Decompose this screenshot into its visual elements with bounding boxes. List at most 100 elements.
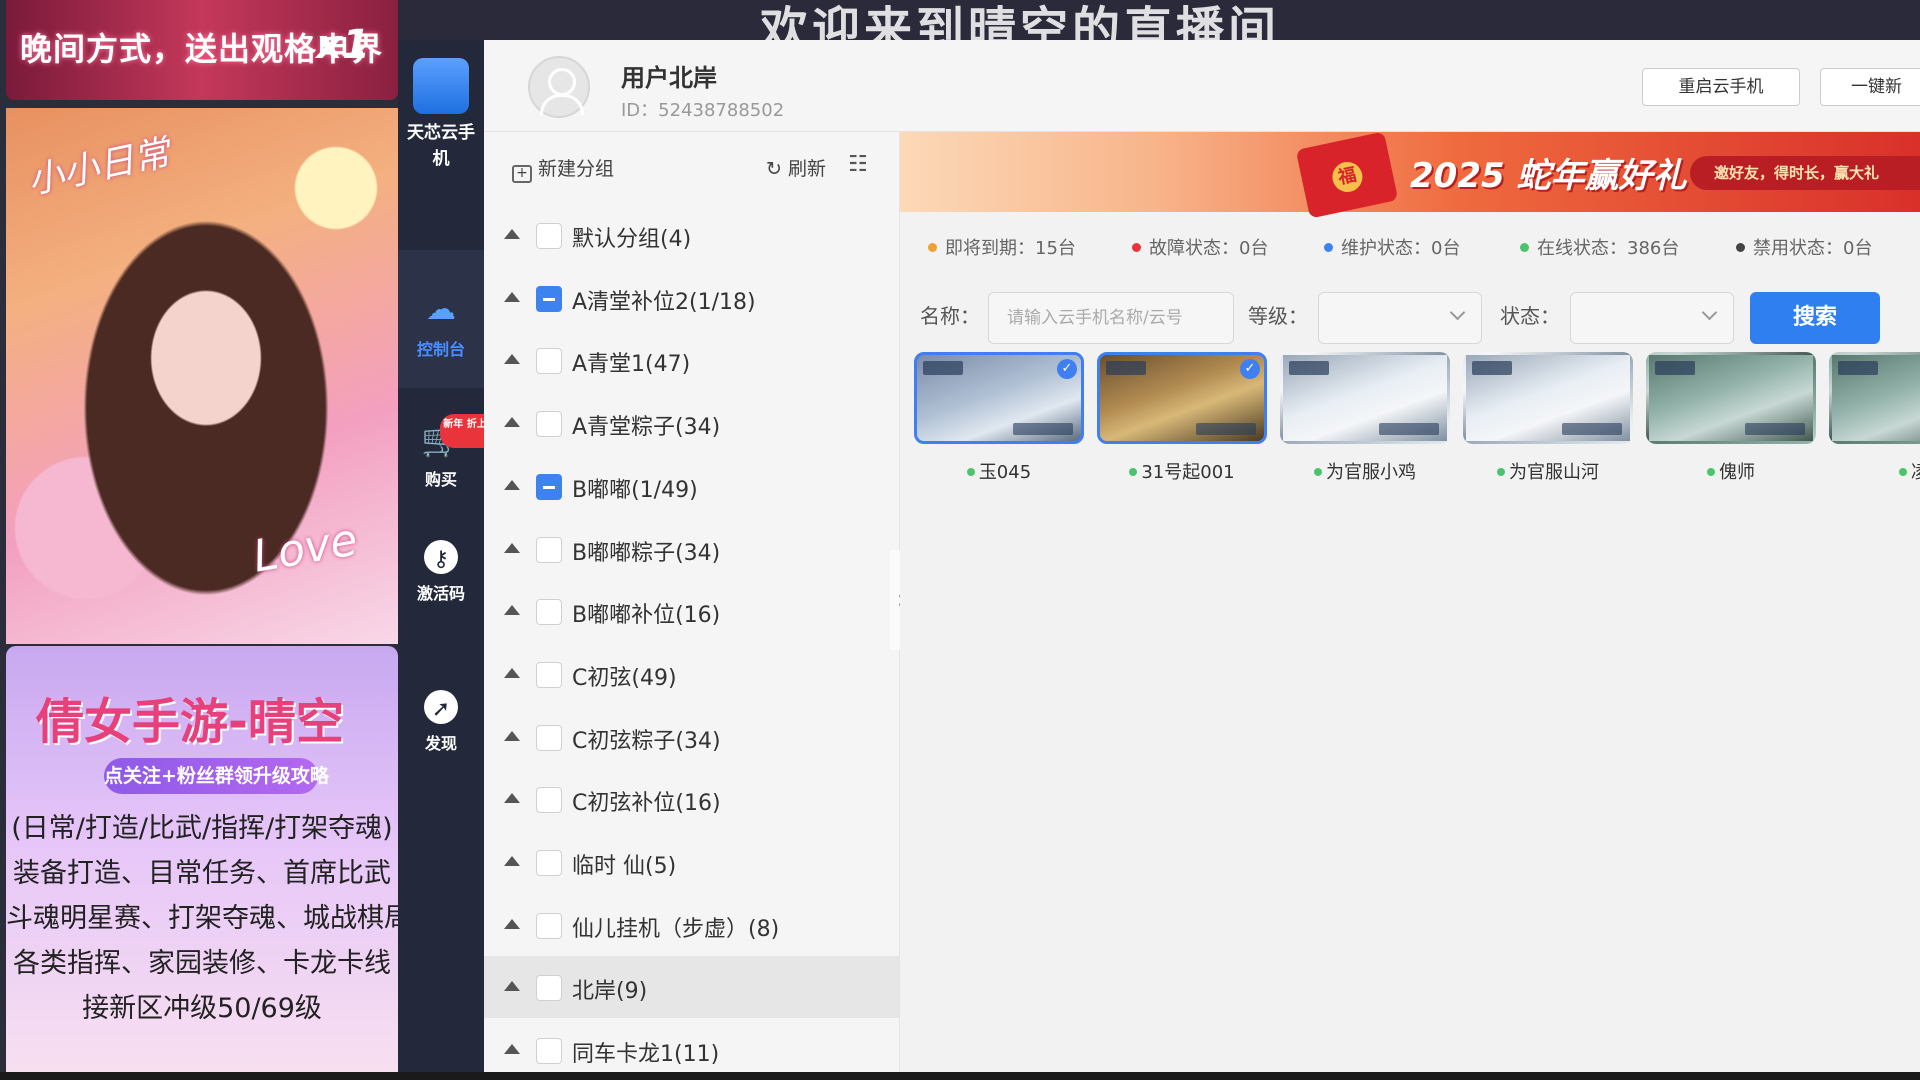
caret-up-icon[interactable] [504,479,520,490]
group-row[interactable]: B嘟嘟补位(16) [484,580,899,642]
caret-up-icon[interactable] [504,730,520,741]
device-screen-thumbnail[interactable] [1280,352,1450,444]
online-dot-icon [1899,468,1907,476]
group-row[interactable]: 临时 仙(5) [484,831,899,893]
status-dot-icon [1324,243,1333,252]
group-checkbox[interactable] [536,473,562,500]
game-hud [1013,423,1073,435]
promo-banner[interactable]: 2025 蛇年赢好礼 邀好友，得时长，赢大礼 [900,132,1920,219]
group-checkbox[interactable] [536,787,562,814]
device-screen-thumbnail[interactable] [1463,352,1633,444]
main-content: 2025 蛇年赢好礼 邀好友，得时长，赢大礼 即将到期：15台 故障状态：0台 … [900,132,1920,1080]
group-checkbox[interactable] [536,411,562,438]
group-checkbox[interactable] [536,285,562,312]
device-name: 凌 [1829,458,1920,484]
game-hud [1745,423,1805,435]
group-checkbox[interactable] [536,223,562,249]
group-row[interactable]: A清堂补位2(1/18) [484,267,899,329]
device-card[interactable]: ✓ 31号起001 [1097,352,1267,484]
restart-cloud-phone-button[interactable]: 重启云手机 [1642,68,1800,106]
caret-up-icon[interactable] [504,291,520,302]
group-row[interactable]: A青堂1(47) [484,329,899,391]
group-row[interactable]: B嘟嘟(1/49) [484,455,899,517]
status-maintenance[interactable]: 维护状态：0台 [1324,234,1460,260]
group-checkbox[interactable] [536,1038,562,1065]
device-card[interactable]: ✓ 玉045 [914,352,1084,484]
device-card[interactable]: 为官服小鸡 [1280,352,1450,484]
status-expiring[interactable]: 即将到期：15台 [928,234,1076,260]
group-checkbox[interactable] [536,348,562,375]
caret-up-icon[interactable] [504,605,520,616]
caret-up-icon[interactable] [504,542,520,553]
stream-overlay: 晚间方式，送出观格申界 x1 小小日常 Love 倩女手游-晴空 点关注+粉丝群… [0,0,398,1080]
avatar[interactable] [528,56,590,118]
device-screen-thumbnail[interactable] [1646,352,1816,444]
caret-up-icon[interactable] [504,856,520,866]
device-screen-thumbnail[interactable]: ✓ [1097,352,1267,444]
nav-item-buy[interactable]: 🛒 新年 折上折 购买 [398,414,500,490]
device-name-text: 31号起001 [1141,462,1235,483]
group-label: C初弦粽子(34) [572,728,721,754]
status-text: 在线状态：386台 [1537,238,1680,259]
online-dot-icon [1314,468,1322,476]
promo-line: 接新区冲级50/69级 [82,993,322,1024]
group-row[interactable]: C初弦粽子(34) [484,706,899,768]
promo-line: (日常/打造/比武/指挥/打架夺魂) [11,813,393,844]
group-checkbox[interactable] [536,850,562,876]
group-checkbox[interactable] [536,975,562,1002]
level-select[interactable] [1318,292,1482,344]
group-label: B嘟嘟补位(16) [572,603,721,629]
nav-item-console[interactable]: ☁ 控制台 [398,250,484,388]
group-row[interactable]: 北岸(9) [484,956,899,1019]
nav-label: 发现 [424,734,457,753]
search-button[interactable]: 搜索 [1750,292,1880,344]
device-screen-thumbnail[interactable] [1829,352,1920,444]
caret-up-icon[interactable] [504,918,520,929]
group-checkbox[interactable] [536,724,562,751]
group-label: B嘟嘟(1/49) [572,477,698,503]
group-checkbox[interactable] [536,599,562,626]
check-icon[interactable]: ✓ [1240,359,1260,379]
game-hud [1838,361,1878,375]
name-search-input[interactable] [988,292,1234,344]
one-click-button[interactable]: 一键新 [1820,68,1920,106]
caret-up-icon[interactable] [504,354,520,365]
nav-item-discover[interactable]: ➚ 发现 [398,690,484,754]
group-row[interactable]: 仙儿挂机（步虚）(8) [484,894,899,956]
group-checkbox[interactable] [536,912,562,939]
caret-up-icon[interactable] [504,981,520,992]
status-online[interactable]: 在线状态：386台 [1520,234,1679,260]
device-card[interactable]: 为官服山河 [1463,352,1633,484]
nav-item-activation-code[interactable]: ⚷ 激活码 [398,540,484,604]
group-row[interactable]: C初弦补位(16) [484,768,899,830]
group-checkbox[interactable] [536,536,562,563]
group-sidebar: + 新建分组 ↻ 刷新 ☷ 默认分组(4) A清堂补位2(1/18) A青堂1(47)… [484,132,900,1080]
status-fault[interactable]: 故障状态：0台 [1132,234,1268,260]
caret-up-icon[interactable] [504,417,520,428]
group-row[interactable]: A青堂粽子(34) [484,392,899,454]
new-group-button[interactable]: + 新建分组 [512,154,614,183]
game-hud [1655,361,1695,375]
caret-up-icon[interactable] [504,667,520,678]
status-banned[interactable]: 禁用状态：0台 [1736,234,1872,260]
status-dot-icon [1132,243,1141,252]
group-checkbox[interactable] [536,661,562,688]
device-screen-thumbnail[interactable]: ✓ [914,352,1084,444]
state-select[interactable] [1570,292,1734,344]
refresh-button[interactable]: ↻ 刷新 [766,154,826,181]
device-name: 玉045 [914,458,1084,484]
device-card[interactable]: 凌 [1829,352,1920,484]
caret-up-icon[interactable] [504,1044,520,1055]
group-row[interactable]: 默认分组(4) [484,204,899,266]
group-row[interactable]: C初弦(49) [484,643,899,705]
cloud-logo-icon [413,58,469,114]
group-row[interactable]: 同车卡龙1(11) [484,1019,899,1080]
caret-up-icon[interactable] [504,793,520,804]
game-hud [1196,423,1256,435]
group-row[interactable]: B嘟嘟粽子(34) [484,518,899,580]
check-icon[interactable]: ✓ [1057,359,1077,379]
taskbar [0,1072,1920,1080]
device-card[interactable]: 傀师 [1646,352,1816,484]
sort-icon[interactable]: ☷ [848,152,868,177]
caret-up-icon[interactable] [504,229,520,239]
